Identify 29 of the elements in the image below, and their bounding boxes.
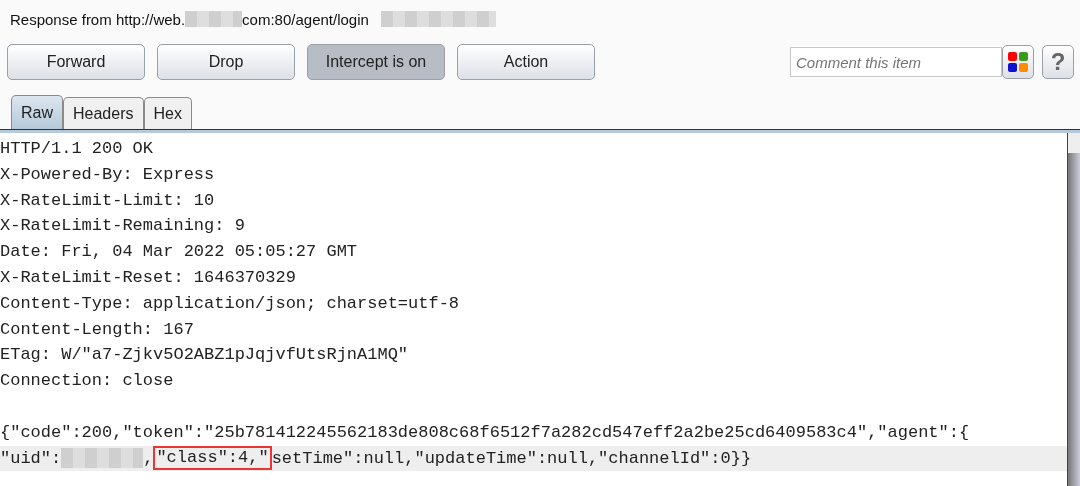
help-button[interactable]: ? [1042, 45, 1074, 79]
scrollbar[interactable] [1067, 133, 1080, 486]
toolbar-button[interactable]: Intercept is on [307, 44, 445, 80]
tab[interactable]: Hex [143, 97, 192, 129]
header-line: X-Powered-By: Express [0, 163, 216, 186]
header-line: Content-Type: application/json; charset=utf-8 [0, 292, 461, 315]
header-line: Content-Length: 167 [0, 318, 195, 341]
header-line: X-RateLimit-Limit: 10 [0, 189, 216, 212]
comment-field[interactable]: Comment this item [790, 47, 1002, 77]
tab[interactable]: Raw [11, 95, 63, 129]
header-line: Date: Fri, 04 Mar 2022 05:05:27 GMT [0, 241, 359, 264]
toolbar-button[interactable]: Forward [7, 44, 145, 80]
header-line: ETag: W/"a7-Zjkv5O2ABZ1pJqjvfUtsRjnA1MQ" [0, 344, 410, 367]
redaction-blur [185, 11, 243, 27]
json-text: setTime":null,"updateTime":null,"channelId":0}} [271, 447, 752, 470]
header-line: X-RateLimit-Remaining: 9 [0, 215, 246, 238]
response-title: Response from http://web. [10, 10, 186, 28]
header-line: X-RateLimit-Reset: 1646370329 [0, 267, 297, 289]
response-title: com:80/agent/login [242, 10, 369, 28]
tab[interactable]: Headers [63, 97, 144, 129]
toolbar-button[interactable]: Action [457, 44, 595, 80]
color-grid-button[interactable] [1002, 45, 1034, 79]
json-text: , [143, 447, 154, 470]
highlighted-text: "class":4," [153, 446, 272, 471]
json-text: {"code":200,"token":"25b781412245562183de808c68f6512f7a282cd547eff2a2be25cd6409583c4","agent":{ [0, 421, 970, 444]
toolbar-button[interactable]: Drop [157, 44, 295, 80]
json-text: "uid": [0, 447, 62, 470]
header-line: HTTP/1.1 200 OK [0, 138, 155, 160]
header-line: Connection: close [0, 370, 175, 393]
